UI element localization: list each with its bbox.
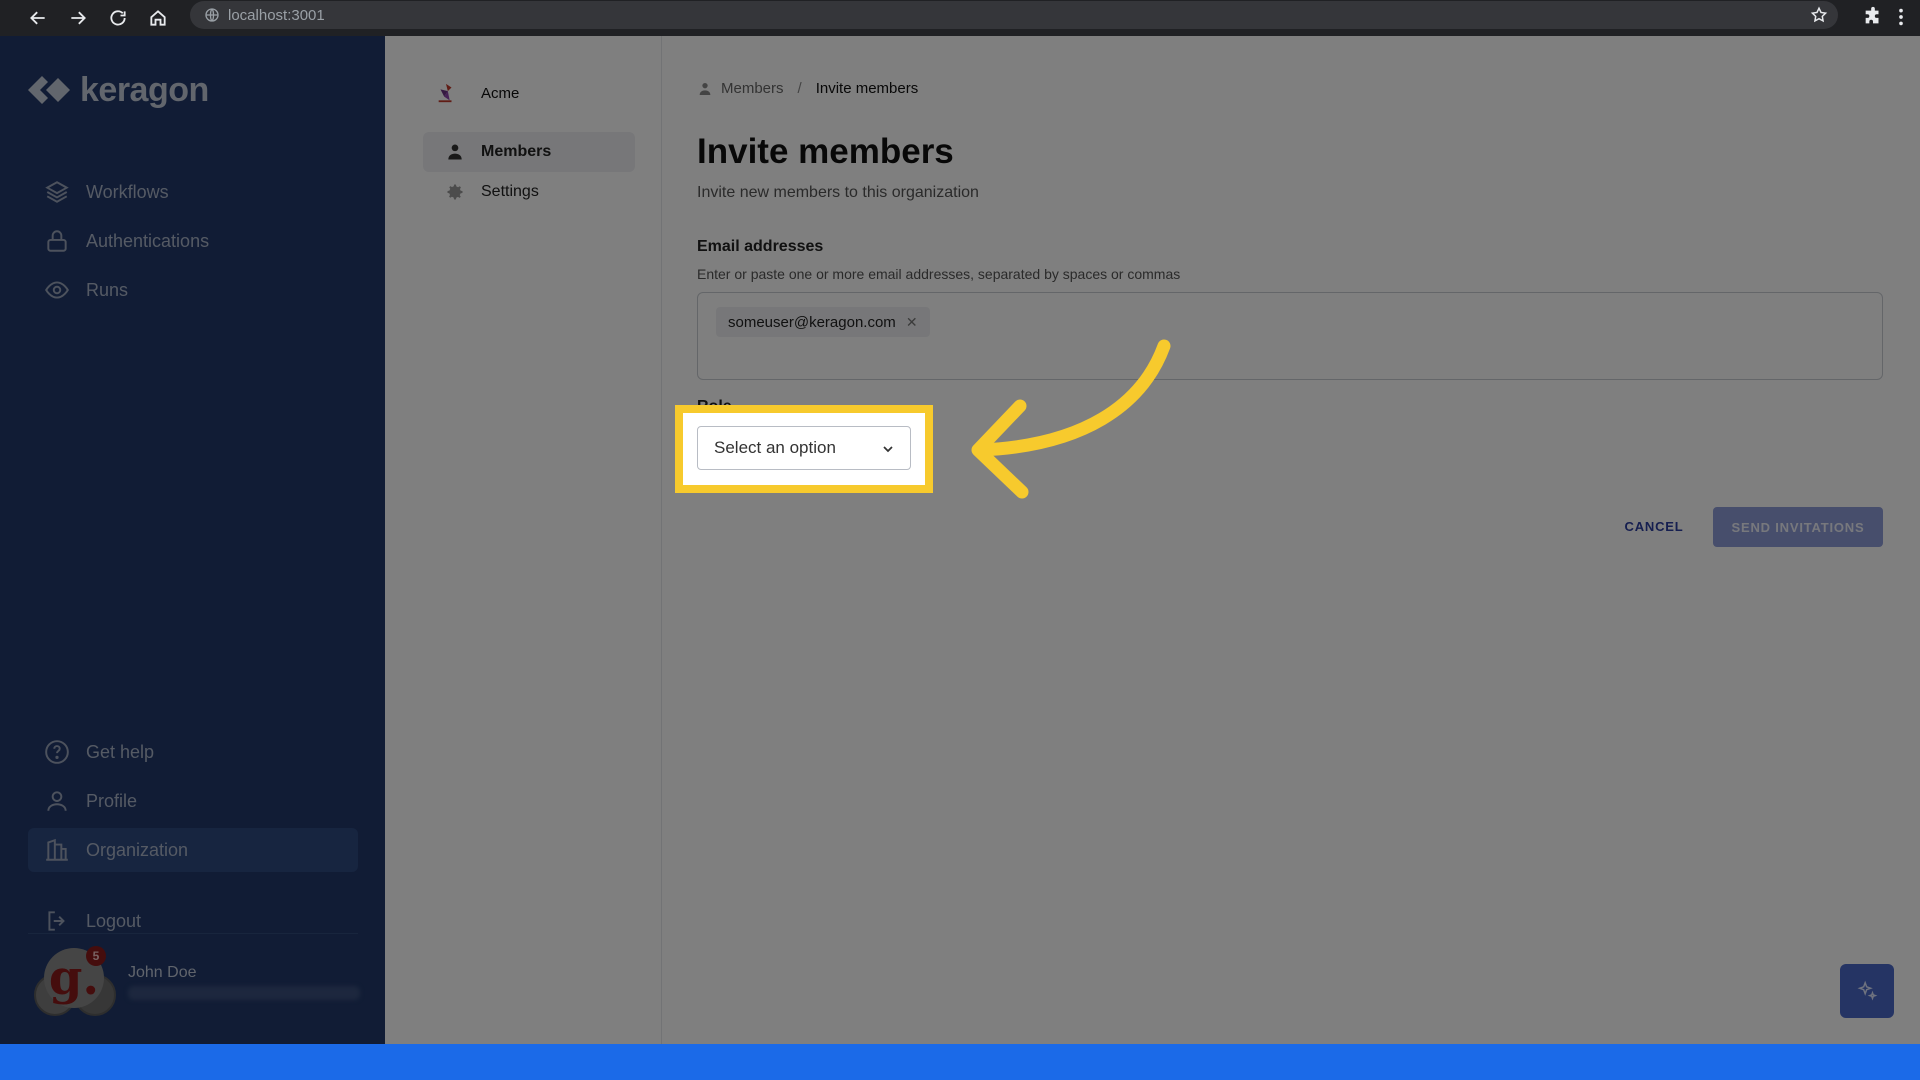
org-name: Acme — [481, 84, 520, 102]
keragon-logo[interactable]: keragon — [26, 70, 209, 110]
building-icon — [46, 838, 68, 861]
extensions-puzzle-icon[interactable] — [1862, 6, 1884, 28]
user-icon — [47, 791, 67, 811]
person-icon — [448, 144, 462, 160]
nav-label: Profile — [86, 790, 138, 811]
main-content: Members / Invite members Invite members … — [662, 36, 1920, 1044]
logout-icon — [48, 911, 65, 931]
breadcrumb: Members / Invite members — [697, 80, 918, 97]
breadcrumb-members[interactable]: Members — [721, 80, 784, 97]
bottom-bar — [0, 1044, 1920, 1080]
keragon-logo-icon — [28, 76, 70, 104]
user-email-blurred — [128, 986, 360, 1000]
nav-get-help[interactable]: Get help — [28, 730, 358, 774]
send-invitations-button[interactable]: SEND INVITATIONS — [1713, 507, 1883, 547]
app: keragon Workflows Authentications Runs G… — [0, 36, 1920, 1044]
chevron-down-icon — [883, 446, 893, 453]
nav-runs[interactable]: Runs — [28, 268, 358, 312]
eye-icon — [45, 281, 69, 299]
back-button[interactable] — [18, 0, 58, 36]
page-subtitle: Invite new members to this organization — [697, 184, 979, 201]
lock-icon — [47, 230, 67, 252]
organization-panel: Acme Members Settings — [385, 36, 662, 1044]
notification-badge: 5 — [86, 946, 106, 966]
breadcrumb-separator: / — [797, 80, 802, 97]
chip-remove-icon[interactable]: ✕ — [906, 314, 918, 331]
nav-label: Get help — [86, 741, 155, 762]
home-icon — [150, 10, 166, 26]
nav-profile[interactable]: Profile — [28, 779, 358, 823]
layers-icon — [45, 181, 69, 203]
cancel-button[interactable]: CANCEL — [1616, 508, 1692, 544]
sidebar-divider — [28, 933, 358, 934]
org-logo-icon — [438, 83, 452, 103]
breadcrumb-current: Invite members — [815, 80, 919, 97]
nav-label: Authentications — [86, 230, 210, 251]
nav-authentications[interactable]: Authentications — [28, 219, 358, 263]
sparkle-icon — [1857, 980, 1878, 1001]
reload-icon — [110, 10, 126, 26]
forward-button[interactable] — [58, 0, 98, 36]
kebab-menu-icon[interactable] — [1890, 6, 1912, 28]
logo-text: keragon — [80, 70, 209, 109]
subnav-label: Settings — [481, 183, 539, 200]
org-switcher[interactable]: Acme — [435, 82, 519, 104]
email-chip-text: someuser@keragon.com — [728, 313, 896, 331]
avatar: g. 5 — [34, 946, 116, 1016]
email-input[interactable]: someuser@keragon.com ✕ — [697, 292, 1883, 380]
user-name: John Doe — [128, 964, 197, 981]
nav-workflows[interactable]: Workflows — [28, 170, 358, 214]
person-icon — [699, 82, 711, 95]
user-profile[interactable]: g. 5 John Doe — [34, 936, 364, 1016]
role-select[interactable]: Select an option — [697, 426, 911, 470]
arrow-right-icon — [71, 11, 86, 25]
nav-label: Workflows — [86, 181, 169, 202]
gear-icon — [447, 184, 463, 200]
email-field-help: Enter or paste one or more email address… — [697, 266, 1181, 282]
email-chip: someuser@keragon.com ✕ — [716, 307, 930, 337]
sidebar: keragon Workflows Authentications Runs G… — [0, 36, 385, 1044]
subnav-settings[interactable]: Settings — [423, 172, 635, 212]
nav-label: Logout — [86, 910, 142, 931]
nav-organization[interactable]: Organization — [28, 828, 358, 872]
nav-label: Runs — [86, 279, 129, 300]
arrow-left-icon — [30, 11, 45, 25]
globe-icon — [205, 8, 219, 22]
role-select-placeholder: Select an option — [714, 438, 836, 457]
address-bar[interactable]: localhost:3001 — [190, 1, 1838, 29]
assistant-fab[interactable] — [1840, 964, 1894, 1018]
reload-button[interactable] — [98, 0, 138, 36]
email-field-label: Email addresses — [697, 238, 824, 255]
bookmark-star-icon[interactable] — [1810, 6, 1828, 24]
url-text: localhost:3001 — [228, 6, 325, 24]
help-circle-icon — [45, 740, 69, 764]
subnav-label: Members — [481, 143, 552, 160]
nav-label: Organization — [86, 839, 189, 860]
home-button[interactable] — [138, 0, 178, 36]
page-title: Invite members — [697, 132, 954, 171]
browser-toolbar: localhost:3001 — [0, 0, 1920, 36]
subnav-members[interactable]: Members — [423, 132, 635, 172]
